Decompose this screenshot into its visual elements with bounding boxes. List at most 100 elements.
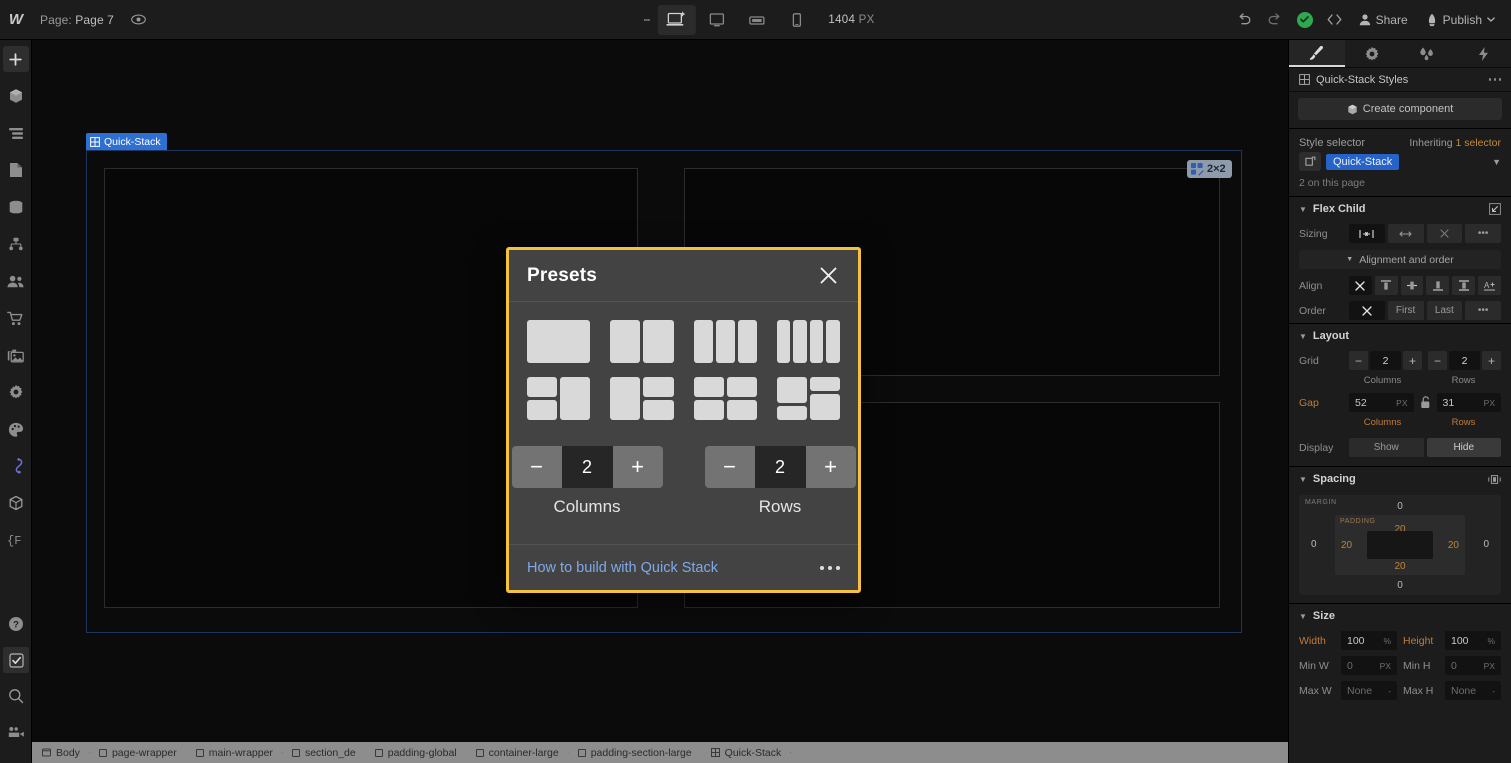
breadcrumb-item-section-de[interactable]: section_de [282,742,365,763]
sizing-more-button[interactable]: ••• [1465,224,1501,243]
grid-columns-value[interactable]: 2 [1370,351,1401,370]
gap-label[interactable]: Gap [1299,397,1343,409]
breakpoint-mobile-landscape[interactable] [737,5,775,35]
grid-columns-stepper[interactable]: − 2 + [1349,351,1422,370]
navigator-icon[interactable] [3,120,29,146]
min-width-input[interactable]: 0 PX [1341,656,1397,675]
breakpoint-tablet[interactable] [697,5,735,35]
code-view-icon[interactable] [1321,6,1349,34]
align-stretch-icon[interactable] [1452,276,1475,295]
columns-decrement-button[interactable]: − [512,446,562,488]
alignment-and-order-toggle[interactable]: ▼ Alignment and order [1299,250,1501,269]
align-bottom-icon[interactable] [1426,276,1449,295]
quick-stack-help-link[interactable]: How to build with Quick Stack [527,560,718,576]
audit-checkbox-icon[interactable] [3,647,29,673]
more-options-icon[interactable] [820,566,840,570]
align-none-button[interactable] [1349,276,1372,295]
sizing-grow-button[interactable] [1388,224,1424,243]
preset-asymmetric[interactable] [777,377,840,420]
tab-settings[interactable] [1345,40,1401,67]
breadcrumb-item-page-wrapper[interactable]: page-wrapper [89,742,186,763]
breakpoint-more-icon[interactable] [636,0,656,40]
columns-stepper[interactable]: − 2 + [512,446,663,488]
breadcrumb-item-padding-global[interactable]: padding-global [365,742,466,763]
add-elements-icon[interactable] [3,46,29,72]
rows-stepper[interactable]: − 2 + [705,446,856,488]
margin-left-value[interactable]: 0 [1311,539,1317,550]
margin-bottom-value[interactable]: 0 [1397,580,1403,591]
undo-icon[interactable] [1231,6,1259,34]
users-icon[interactable] [3,268,29,294]
section-flex-child[interactable]: ▼ Flex Child [1289,196,1511,221]
video-icon[interactable] [3,719,29,745]
publish-button[interactable]: Publish [1418,6,1503,34]
redo-icon[interactable] [1261,6,1289,34]
tab-effects[interactable] [1400,40,1456,67]
grid-size-badge[interactable]: 2×2 [1187,160,1232,178]
components-icon[interactable] [3,83,29,109]
preset-1-column[interactable] [527,320,590,363]
grid-columns-increment[interactable]: + [1403,351,1422,370]
preset-2-columns[interactable] [610,320,673,363]
preset-2x2[interactable] [694,377,757,420]
webflow-logo-icon[interactable]: W [0,0,32,40]
preset-4-columns[interactable] [777,320,840,363]
min-height-input[interactable]: 0 PX [1445,656,1501,675]
width-input[interactable]: 100 % [1341,631,1397,650]
section-size[interactable]: ▼ Size [1289,603,1511,628]
max-height-input[interactable]: None - [1445,681,1501,700]
gap-rows-input[interactable]: 31 PX [1437,393,1502,412]
preset-split-right[interactable] [610,377,673,420]
gap-columns-input[interactable]: 52 PX [1349,393,1414,412]
grid-rows-decrement[interactable]: − [1428,351,1447,370]
order-last-button[interactable]: Last [1427,301,1463,320]
create-component-button[interactable]: Create component [1298,98,1502,120]
logic-node-icon[interactable] [3,231,29,257]
align-baseline-icon[interactable]: A [1478,276,1501,295]
preset-split-left[interactable] [527,377,590,420]
presets-modal[interactable]: Presets [506,247,861,593]
inheriting-status[interactable]: Inheriting 1 selector [1409,137,1501,149]
breadcrumb-item-main-wrapper[interactable]: main-wrapper [186,742,282,763]
sizing-shrink-button[interactable] [1349,224,1385,243]
interactions-icon[interactable] [3,453,29,479]
chevron-down-icon[interactable]: ▼ [1299,612,1307,621]
columns-increment-button[interactable]: + [613,446,663,488]
chevron-down-icon[interactable]: ▼ [1299,205,1307,214]
style-selector-chip[interactable]: Quick-Stack [1326,154,1399,170]
section-layout[interactable]: ▼ Layout [1289,323,1511,348]
display-hide-button[interactable]: Hide [1427,438,1502,457]
saved-check-icon[interactable] [1291,6,1319,34]
rows-value[interactable]: 2 [755,446,806,488]
arrow-corner-icon[interactable] [1489,203,1501,215]
height-input[interactable]: 100 % [1445,631,1501,650]
settings-gear-icon[interactable] [3,379,29,405]
order-none-button[interactable] [1349,301,1385,320]
breadcrumb-item-container-large[interactable]: container-large [466,742,568,763]
selector-icon[interactable] [1299,152,1321,171]
gap-lock-icon[interactable] [1420,396,1431,409]
sizing-none-button[interactable] [1427,224,1463,243]
padding-left-value[interactable]: 20 [1341,540,1352,551]
share-button[interactable]: Share [1351,6,1416,34]
breakpoint-desktop-base[interactable] [657,5,695,35]
chevron-down-icon[interactable]: ▼ [1299,332,1307,341]
styles-more-icon[interactable] [1489,78,1502,81]
order-first-button[interactable]: First [1388,301,1424,320]
margin-right-value[interactable]: 0 [1483,539,1489,550]
height-label[interactable]: Height [1403,635,1439,647]
spacing-widget[interactable]: MARGIN 0 0 0 0 PADDING 20 20 20 20 [1299,495,1501,595]
padding-bottom-value[interactable]: 20 [1394,561,1405,572]
page-indicator[interactable]: Page: Page 7 [40,13,114,27]
assets-images-icon[interactable] [3,342,29,368]
design-canvas[interactable]: Quick-Stack 2×2 Presets [32,40,1288,742]
custom-code-icon[interactable]: {F [3,527,29,553]
section-spacing[interactable]: ▼ Spacing [1289,466,1511,491]
variables-cube-icon[interactable] [3,490,29,516]
selected-element-tag[interactable]: Quick-Stack [86,133,167,150]
spacing-mode-icon[interactable] [1488,474,1501,485]
breakpoint-mobile-portrait[interactable] [777,5,815,35]
help-question-icon[interactable]: ? [3,611,29,637]
breadcrumb-item-padding-section-large[interactable]: padding-section-large [568,742,701,763]
grid-rows-increment[interactable]: + [1482,351,1501,370]
